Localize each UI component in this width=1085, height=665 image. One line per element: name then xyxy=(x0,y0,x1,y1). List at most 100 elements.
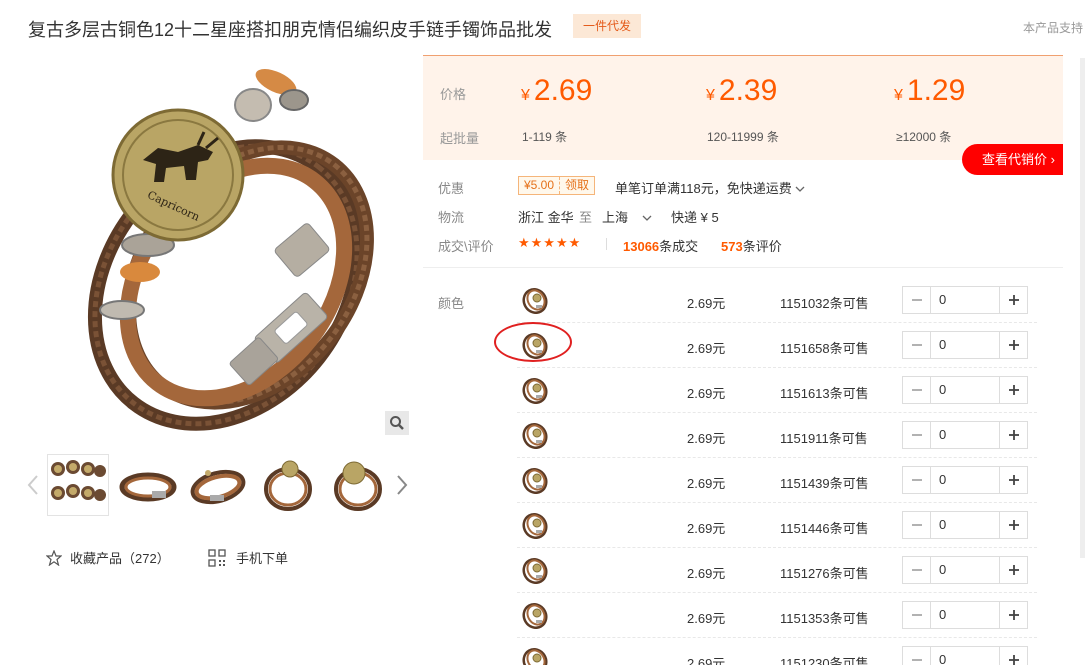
minus-icon xyxy=(911,614,922,616)
coupon-tag[interactable]: ¥5.00 领取 xyxy=(518,176,596,195)
quantity-input[interactable]: 0 xyxy=(931,647,999,665)
sku-image[interactable] xyxy=(521,286,549,315)
range-tier-1: 1-119 条 xyxy=(522,130,568,144)
thumbnail-4[interactable] xyxy=(258,455,318,515)
minus-icon xyxy=(911,659,922,661)
plus-icon xyxy=(1008,340,1019,350)
plus-icon xyxy=(1008,655,1019,665)
sku-row: 2.69元 1151439条可售 0 xyxy=(517,458,1037,503)
quantity-input[interactable]: 0 xyxy=(931,512,999,538)
sku-stock: 1151658条可售 xyxy=(780,341,869,356)
ship-to-select[interactable]: 上海 xyxy=(602,207,652,226)
decrease-button[interactable] xyxy=(903,647,931,665)
increase-button[interactable] xyxy=(999,332,1027,358)
magnifier-icon xyxy=(390,416,404,430)
sku-image[interactable] xyxy=(521,601,549,630)
plus-icon xyxy=(1008,475,1019,485)
mobile-order-button[interactable]: 手机下单 xyxy=(208,548,288,567)
decrease-button[interactable] xyxy=(903,287,931,313)
zoom-button[interactable] xyxy=(385,411,409,435)
thumbnail-2[interactable] xyxy=(118,455,178,515)
quantity-input[interactable]: 0 xyxy=(931,602,999,628)
sku-row: 2.69元 1151911条可售 0 xyxy=(517,413,1037,458)
increase-button[interactable] xyxy=(999,287,1027,313)
quantity-input[interactable]: 0 xyxy=(931,422,999,448)
mobile-order-label: 手机下单 xyxy=(236,551,289,566)
favorite-button[interactable]: 收藏产品（272） xyxy=(46,548,170,567)
sku-row: 2.69元 1151353条可售 0 xyxy=(517,593,1037,638)
main-product-image[interactable]: Capricorn xyxy=(48,60,410,435)
sku-image[interactable] xyxy=(521,646,549,665)
plus-icon xyxy=(1008,295,1019,305)
minus-icon xyxy=(911,389,922,391)
coupon-amount: ¥5.00 xyxy=(524,178,555,192)
sku-stock: 1151911条可售 xyxy=(780,431,868,446)
quantity-stepper: 0 xyxy=(902,286,1028,314)
favorite-label: 收藏产品（272） xyxy=(70,551,170,566)
quantity-input[interactable]: 0 xyxy=(931,287,999,313)
decrease-button[interactable] xyxy=(903,467,931,493)
price-tier-3: ¥1.29 xyxy=(894,74,966,107)
logistics-label: 物流 xyxy=(438,210,465,225)
sku-image[interactable] xyxy=(521,421,549,450)
sku-image[interactable] xyxy=(521,466,549,495)
sku-image[interactable] xyxy=(521,556,549,585)
minus-icon xyxy=(911,569,922,571)
range-tier-3: ≥12000 条 xyxy=(896,130,952,144)
increase-button[interactable] xyxy=(999,512,1027,538)
rating-stars: ★★★★★ xyxy=(518,235,582,250)
divider xyxy=(606,238,607,250)
sku-price: 2.69元 xyxy=(687,521,726,536)
increase-button[interactable] xyxy=(999,467,1027,493)
review-count[interactable]: 573条评价 xyxy=(721,236,782,255)
discount-label: 优惠 xyxy=(438,181,465,196)
quantity-stepper: 0 xyxy=(902,331,1028,359)
sku-row: 2.69元 1151446条可售 0 xyxy=(517,503,1037,548)
decrease-button[interactable] xyxy=(903,377,931,403)
trade-review-label: 成交\评价 xyxy=(438,239,494,254)
increase-button[interactable] xyxy=(999,557,1027,583)
price-tier-2: ¥2.39 xyxy=(706,74,778,107)
sku-price: 2.69元 xyxy=(687,611,726,626)
quantity-stepper: 0 xyxy=(902,421,1028,449)
prev-arrow-icon[interactable] xyxy=(26,473,40,497)
sku-image[interactable] xyxy=(521,376,549,405)
discount-text[interactable]: 单笔订单满118元，免快递运费 xyxy=(615,178,805,197)
star-outline-icon xyxy=(46,549,62,566)
quantity-stepper: 0 xyxy=(902,511,1028,539)
thumbnail-3[interactable] xyxy=(188,455,248,515)
minus-icon xyxy=(911,524,922,526)
thumbnail-5[interactable] xyxy=(328,455,388,515)
decrease-button[interactable] xyxy=(903,332,931,358)
quantity-input[interactable]: 0 xyxy=(931,557,999,583)
sku-stock: 1151353条可售 xyxy=(780,611,869,626)
decrease-button[interactable] xyxy=(903,422,931,448)
sku-image[interactable] xyxy=(521,511,549,540)
sku-price: 2.69元 xyxy=(687,476,726,491)
increase-button[interactable] xyxy=(999,647,1027,665)
scrollbar[interactable] xyxy=(1080,58,1085,558)
plus-icon xyxy=(1008,520,1019,530)
increase-button[interactable] xyxy=(999,377,1027,403)
decrease-button[interactable] xyxy=(903,557,931,583)
view-agent-price-button[interactable]: 查看代销价 › xyxy=(962,144,1063,175)
increase-button[interactable] xyxy=(999,422,1027,448)
increase-button[interactable] xyxy=(999,602,1027,628)
plus-icon xyxy=(1008,565,1019,575)
sku-price: 2.69元 xyxy=(687,566,726,581)
quantity-stepper: 0 xyxy=(902,556,1028,584)
coupon-claim[interactable]: 领取 xyxy=(559,177,594,194)
thumbnail-1[interactable] xyxy=(47,454,109,516)
decrease-button[interactable] xyxy=(903,512,931,538)
deals-count[interactable]: 13066条成交 xyxy=(623,236,698,255)
sku-list: 2.69元 1151032条可售 0 2.69元 1151658条可售 0 2.69元 115… xyxy=(517,278,1037,665)
sku-row: 2.69元 1151032条可售 0 xyxy=(517,278,1037,323)
next-arrow-icon[interactable] xyxy=(395,473,409,497)
sku-row: 2.69元 1151276条可售 0 xyxy=(517,548,1037,593)
quantity-input[interactable]: 0 xyxy=(931,377,999,403)
decrease-button[interactable] xyxy=(903,602,931,628)
sku-stock: 1151032条可售 xyxy=(780,296,869,311)
quantity-input[interactable]: 0 xyxy=(931,467,999,493)
min-batch-label: 起批量 xyxy=(440,131,480,146)
quantity-input[interactable]: 0 xyxy=(931,332,999,358)
